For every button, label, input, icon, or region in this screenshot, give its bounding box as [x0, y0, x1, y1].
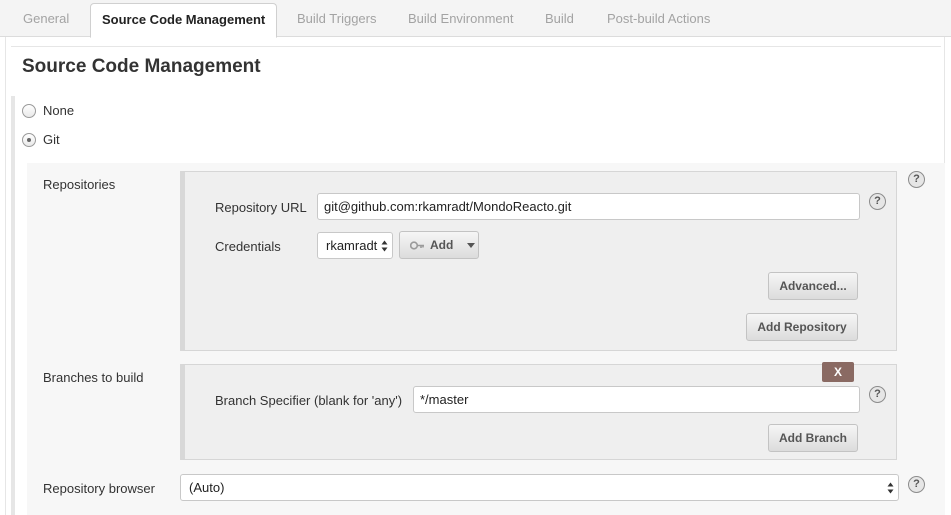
select-arrows-icon [381, 240, 388, 252]
tab-source-code-management[interactable]: Source Code Management [90, 3, 278, 38]
add-credentials-label: Add [430, 238, 454, 252]
section-divider [11, 46, 941, 47]
help-icon[interactable]: ? [869, 193, 886, 210]
config-tab-bar: General Source Code Management Build Tri… [0, 0, 951, 38]
tab-build-triggers[interactable]: Build Triggers [297, 0, 376, 37]
repositories-label: Repositories [43, 177, 116, 192]
scm-option-git-label: Git [43, 132, 60, 147]
select-arrows-icon [887, 482, 894, 494]
help-icon[interactable]: ? [908, 476, 925, 493]
help-icon[interactable]: ? [869, 386, 886, 403]
repository-browser-label: Repository browser [43, 481, 155, 496]
delete-branch-button[interactable]: X [822, 362, 854, 382]
radio-none[interactable] [22, 103, 36, 118]
add-credentials-button[interactable]: Add [399, 231, 479, 259]
repository-browser-select-value: (Auto) [189, 480, 225, 495]
credentials-select[interactable]: rkamradt [317, 232, 393, 259]
scm-option-none[interactable]: None [22, 103, 74, 118]
tab-build[interactable]: Build [545, 0, 574, 37]
repository-url-input[interactable]: git@github.com:rkamradt/MondoReacto.git [317, 193, 860, 220]
repository-url-label: Repository URL [215, 200, 307, 215]
credentials-label: Credentials [215, 239, 281, 254]
scm-option-git[interactable]: Git [22, 132, 60, 147]
radio-git[interactable] [22, 132, 36, 147]
help-icon[interactable]: ? [908, 171, 925, 188]
tab-build-environment[interactable]: Build Environment [408, 0, 514, 37]
key-icon [410, 240, 424, 250]
branch-specifier-input[interactable]: */master [413, 386, 860, 413]
tab-general[interactable]: General [23, 0, 69, 37]
branch-specifier-label: Branch Specifier (blank for 'any') [215, 393, 403, 408]
section-title: Source Code Management [22, 56, 261, 77]
advanced-button[interactable]: Advanced... [768, 272, 858, 300]
repository-browser-select[interactable]: (Auto) [180, 474, 899, 501]
credentials-select-value: rkamradt [326, 238, 378, 253]
add-repository-button[interactable]: Add Repository [746, 313, 858, 341]
branches-to-build-label: Branches to build [43, 370, 144, 385]
add-branch-button[interactable]: Add Branch [768, 424, 858, 452]
section-indent-bar [11, 96, 15, 515]
scm-option-none-label: None [43, 103, 75, 118]
caret-down-icon [467, 242, 476, 248]
tab-post-build-actions[interactable]: Post-build Actions [607, 0, 710, 37]
